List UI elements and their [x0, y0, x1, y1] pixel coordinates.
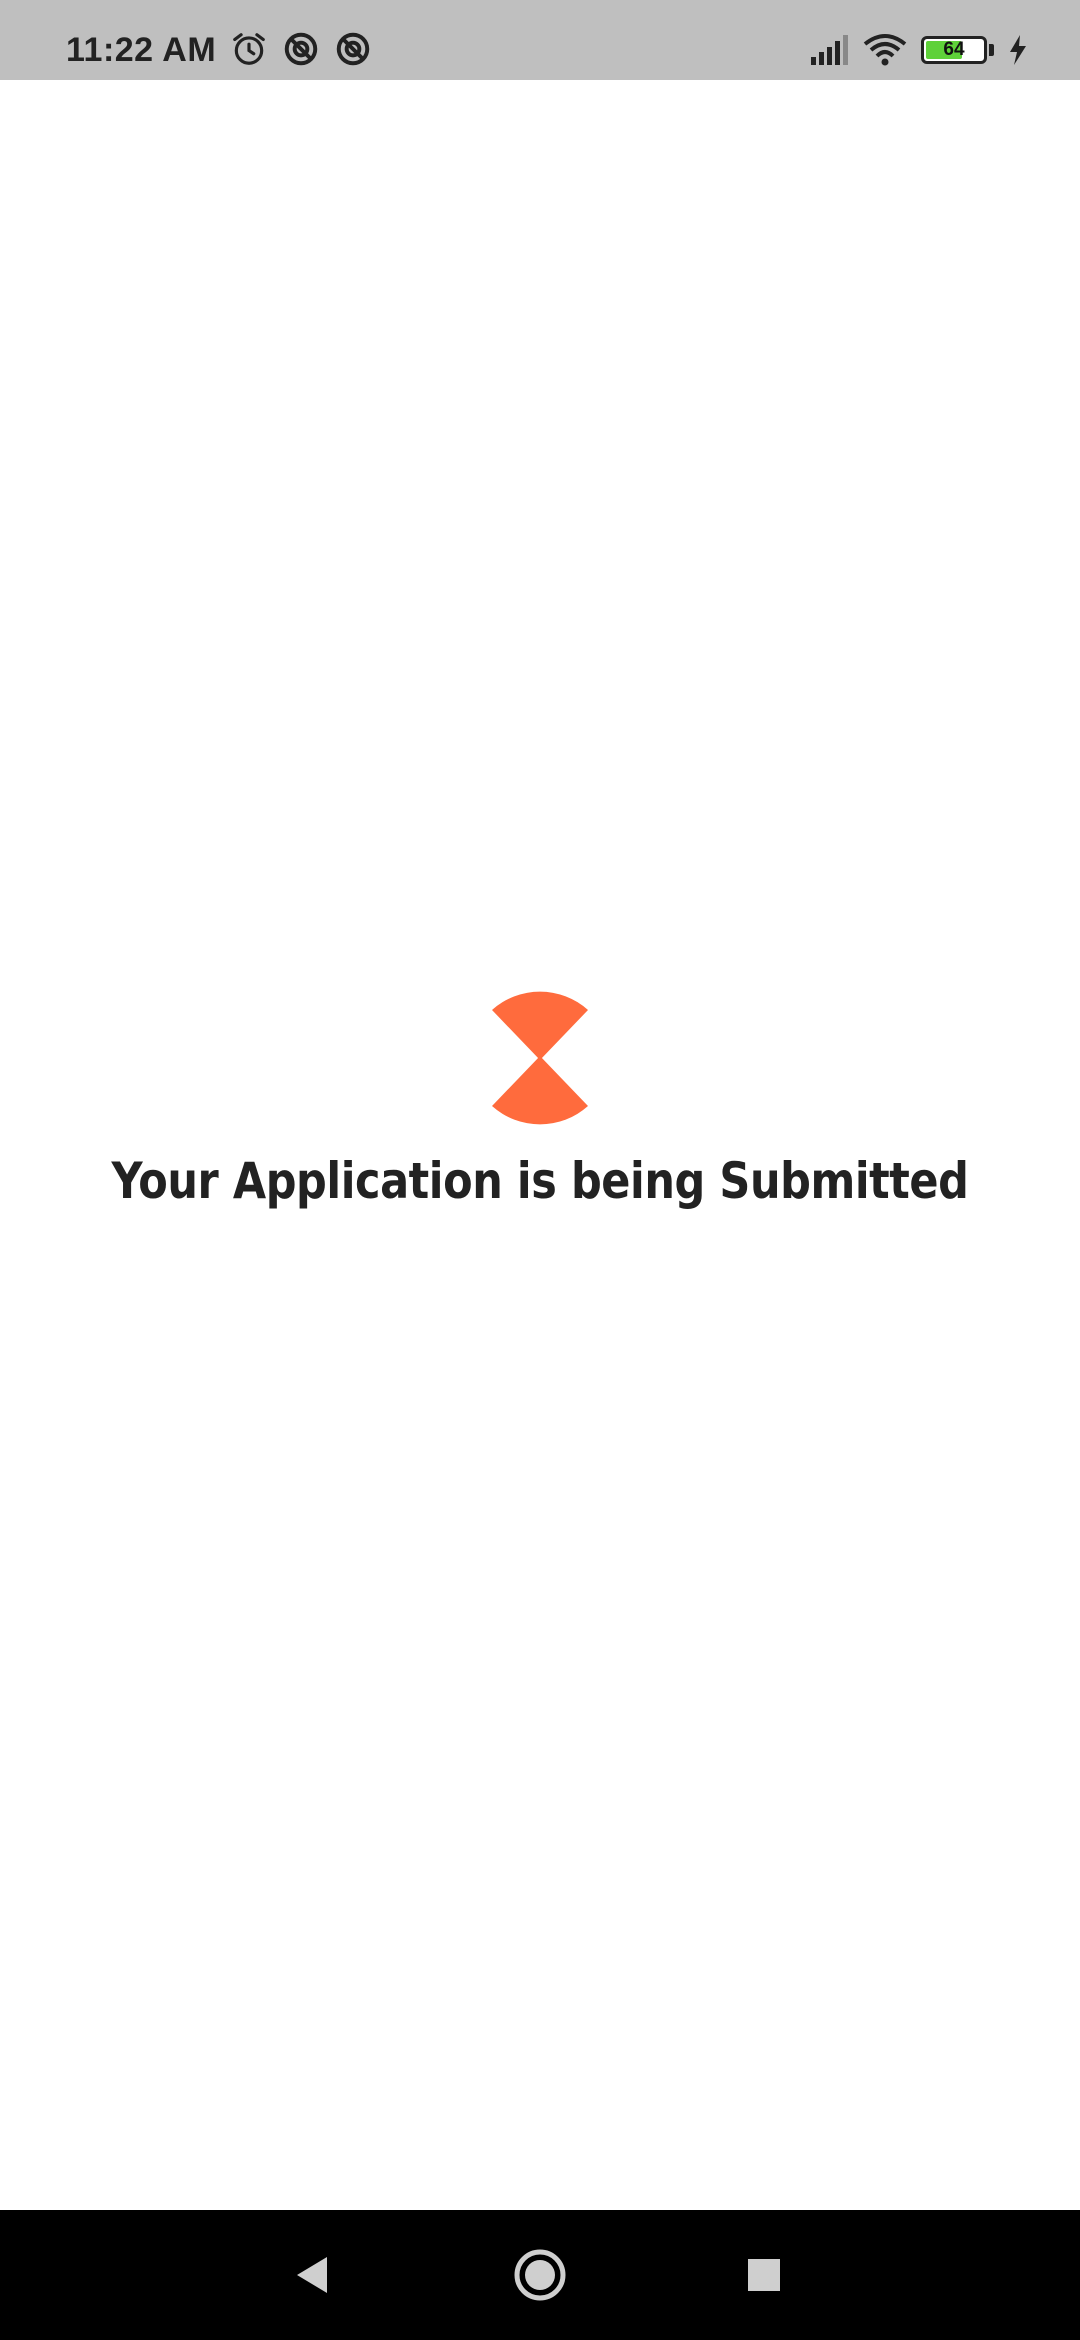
charging-icon [1010, 35, 1026, 65]
home-icon[interactable] [505, 2240, 575, 2310]
hourglass-icon [492, 991, 588, 1125]
navigation-bar [0, 2210, 1080, 2340]
wifi-icon [863, 34, 907, 66]
screen: 11:22 AM 64 Your Application is being Su… [0, 0, 1080, 2340]
status-system-icons: 64 [809, 30, 1028, 70]
battery-level: 64 [943, 39, 965, 60]
alarm-icon [233, 33, 265, 65]
status-bar: 11:22 AM 64 [0, 0, 1080, 80]
recents-icon[interactable] [729, 2240, 799, 2310]
signal-icon [811, 35, 848, 65]
main-content: Your Application is being Submitted [0, 80, 1080, 2210]
data-saver-icon [284, 32, 318, 66]
battery-cap [989, 44, 994, 56]
submission-status-message: Your Application is being Submitted [111, 1152, 969, 1210]
battery-icon: 64 [921, 36, 987, 64]
back-icon[interactable] [277, 2240, 347, 2310]
status-notification-icons [230, 30, 372, 70]
status-time: 11:22 AM [66, 31, 217, 69]
data-saver-icon [336, 32, 370, 66]
